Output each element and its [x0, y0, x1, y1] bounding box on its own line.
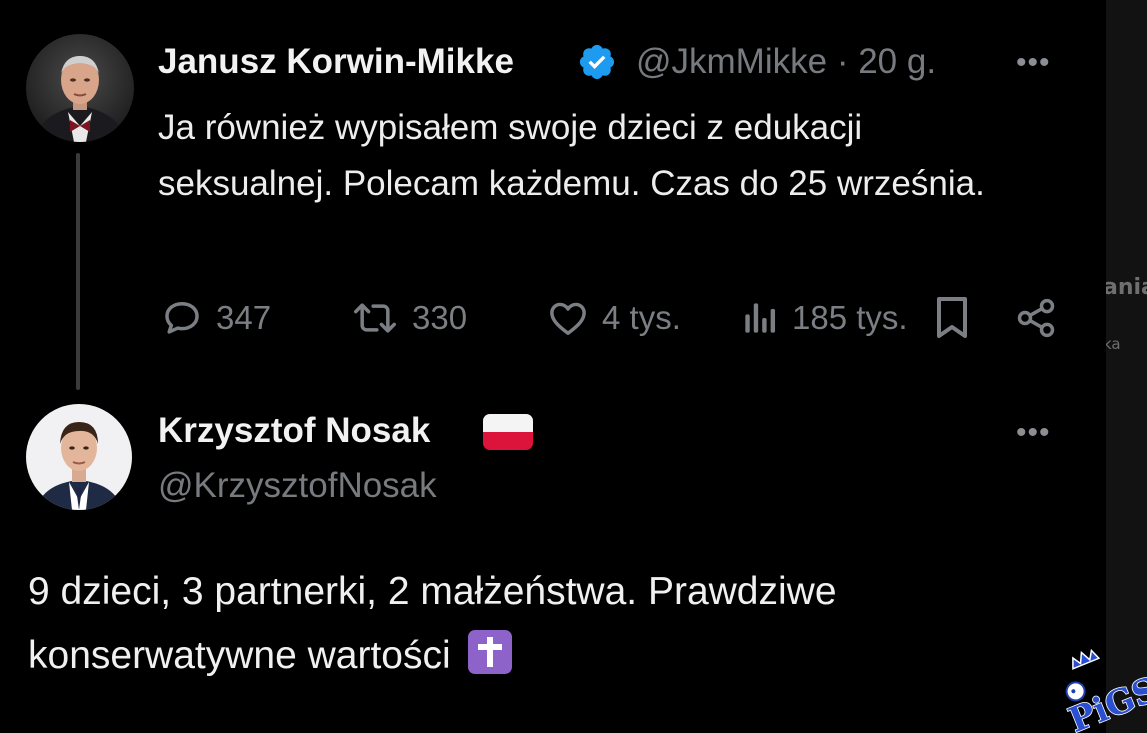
tweet-more-options-icon[interactable]: ••• — [1016, 48, 1051, 78]
views-button[interactable]: 185 tys. — [740, 296, 908, 340]
repost-button[interactable]: 330 — [350, 296, 467, 340]
share-icon[interactable] — [1014, 296, 1058, 340]
tweet-author-name[interactable]: Janusz Korwin-Mikke — [158, 42, 514, 82]
reply-author-name[interactable]: Krzysztof Nosak — [158, 411, 430, 451]
poland-flag-icon — [483, 414, 533, 450]
like-button[interactable]: 4 tys. — [546, 296, 681, 340]
like-count: 4 tys. — [602, 299, 681, 336]
side-panel-strip: ania ka — [1106, 0, 1147, 733]
reply-text-content: 9 dzieci, 3 partnerki, 2 małżeństwa. Pra… — [28, 570, 837, 677]
repost-icon — [350, 296, 400, 340]
repost-count: 330 — [412, 299, 468, 336]
views-bar-chart-icon — [740, 296, 780, 340]
reply-author-avatar[interactable] — [26, 404, 132, 510]
handle-text: @JkmMikke — [636, 42, 828, 81]
reply-more-options-icon[interactable]: ••• — [1016, 418, 1051, 448]
side-panel-subtext: ka — [1106, 335, 1121, 353]
tweet-author-handle[interactable]: @JkmMikke · 20 g. — [636, 42, 936, 82]
side-panel-text: ania — [1106, 275, 1147, 300]
reply-button[interactable]: 347 — [160, 296, 271, 340]
thread-connector-line — [76, 153, 80, 390]
tweet-timestamp[interactable]: 20 g. — [858, 42, 936, 81]
pigs-watermark-logo: PiGS — [1058, 648, 1147, 733]
latin-cross-emoji-icon — [467, 630, 512, 674]
reply-author-handle[interactable]: @KrzysztofNosak — [158, 466, 437, 506]
verified-badge-icon — [577, 42, 617, 82]
reply-text: 9 dzieci, 3 partnerki, 2 małżeństwa. Pra… — [28, 560, 1088, 688]
views-count: 185 tys. — [792, 299, 908, 336]
tweet-text: Ja również wypisałem swoje dzieci z eduk… — [158, 108, 985, 203]
reply-icon — [160, 296, 204, 340]
heart-icon — [546, 296, 590, 340]
bookmark-icon[interactable] — [932, 294, 972, 342]
watermark-text: PiGS — [1063, 669, 1147, 733]
reply-count: 347 — [216, 299, 272, 336]
author-avatar[interactable] — [26, 34, 134, 142]
separator-dot: · — [836, 42, 849, 81]
